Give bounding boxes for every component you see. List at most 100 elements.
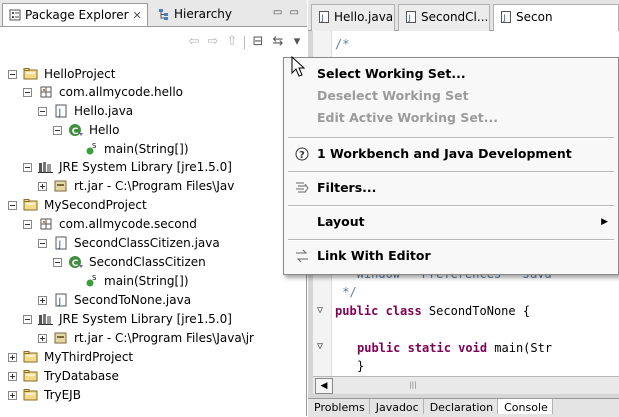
package-explorer-icon — [9, 9, 21, 21]
collapse-icon[interactable] — [38, 239, 47, 248]
tab-console[interactable]: Console — [498, 399, 553, 414]
minimize-maximize-icon[interactable]: ▭ ▭ — [273, 7, 301, 18]
editor-tab-label: Secon — [516, 10, 553, 24]
collapse-icon[interactable] — [23, 88, 32, 97]
editor-tab-secondclasscitizen[interactable]: J SecondCl... — [398, 4, 490, 31]
expand-icon[interactable] — [8, 353, 17, 362]
menu-item-workbench[interactable]: ? 1 Workbench and Java Development — [284, 143, 618, 165]
collapse-icon[interactable] — [53, 258, 62, 267]
tree-item[interactable]: com.allmycode.second — [23, 215, 197, 234]
package-tree: HelloProject com.allmycode.hello J Hello.ja… — [0, 62, 307, 416]
collapse-icon[interactable] — [8, 201, 17, 210]
collapse-all-icon[interactable]: ⊟ — [250, 34, 266, 50]
submenu-arrow-icon: ▶ — [601, 217, 608, 227]
expand-icon[interactable] — [38, 182, 47, 191]
menu-item-deselect-working-set: Deselect Working Set — [284, 85, 618, 107]
menu-item-label: Layout — [317, 214, 365, 229]
scrollbar-thumb[interactable]: ||| — [393, 381, 433, 389]
collapse-icon[interactable] — [23, 220, 32, 229]
tree-item-label: SecondToNone.java — [74, 293, 192, 307]
menu-separator — [288, 205, 614, 207]
collapse-icon[interactable] — [23, 315, 32, 324]
tree-item-label: com.allmycode.hello — [59, 85, 184, 99]
expand-icon[interactable] — [8, 391, 17, 400]
menu-item-label: Select Working Set... — [317, 66, 466, 81]
tree-item[interactable]: rt.jar - C:\Program Files\Jav — [38, 177, 234, 196]
tab-package-explorer-label: Package Explorer — [25, 8, 129, 22]
toolbar-separator — [244, 36, 245, 49]
back-arrow-icon[interactable]: ⇦ — [186, 34, 202, 50]
tab-hierarchy[interactable]: Hierarchy — [152, 3, 257, 26]
editor-tab-hello[interactable]: J Hello.java — [311, 4, 395, 31]
package-explorer-view: Package Explorer ✕ Hierarchy ▭ ▭ ⇦ ⇨ ⇧ ⊟ … — [0, 0, 307, 416]
menu-item-select-working-set[interactable]: Select Working Set... — [284, 63, 618, 85]
menu-separator — [288, 171, 614, 173]
svg-text:J: J — [58, 297, 62, 307]
jar-icon — [54, 332, 67, 344]
link-with-editor-icon — [296, 249, 308, 263]
svg-text:C: C — [72, 259, 79, 269]
tree-item[interactable]: HelloProject — [8, 65, 115, 84]
library-icon — [38, 162, 53, 173]
tree-item-label: JRE System Library [jre1.5.0] — [59, 160, 232, 174]
fold-toggle-icon[interactable]: ▽ — [317, 305, 323, 316]
tree-item[interactable]: rt.jar - C:\Program Files\Java\jr — [38, 329, 254, 348]
view-toolbar: ⇦ ⇨ ⇧ ⊟ ⇆ ▾ — [0, 27, 307, 57]
method-icon: S — [86, 274, 97, 287]
view-menu-chevron-down-icon[interactable]: ▾ — [289, 34, 305, 50]
tree-item[interactable]: C Hello — [53, 121, 119, 140]
tree-item[interactable]: MySecondProject — [8, 196, 147, 215]
tree-item-label: main(String[]) — [104, 274, 189, 288]
fold-toggle-icon[interactable]: ▽ — [317, 341, 323, 352]
menu-item-label: Filters... — [317, 180, 377, 195]
tree-item[interactable]: TryEJB — [8, 386, 81, 405]
expand-icon[interactable] — [38, 334, 47, 343]
tree-item[interactable]: C SecondClassCitizen — [53, 253, 206, 272]
menu-item-edit-active-working-set: Edit Active Working Set... — [284, 107, 618, 129]
library-icon — [38, 314, 53, 325]
code-line: public static void main(Str — [335, 341, 552, 355]
tree-item-label: Hello — [89, 123, 120, 137]
filter-icon — [296, 182, 309, 193]
tab-problems[interactable]: Problems — [308, 399, 370, 414]
close-icon[interactable]: ✕ — [133, 9, 142, 22]
menu-item-filters[interactable]: Filters... — [284, 177, 618, 199]
collapse-icon[interactable] — [8, 70, 17, 79]
project-folder-icon — [23, 370, 38, 382]
editor-tab-secondtonone[interactable]: J Secon — [493, 4, 619, 31]
tree-item[interactable]: J SecondToNone.java — [38, 291, 191, 310]
tab-declaration[interactable]: Declaration — [424, 399, 499, 414]
tab-javadoc[interactable]: Javadoc — [370, 399, 424, 414]
tree-item[interactable]: TryDatabase — [8, 367, 119, 386]
tree-item[interactable]: com.allmycode.hello — [23, 83, 183, 102]
link-with-editor-icon[interactable]: ⇆ — [270, 34, 286, 50]
expand-icon[interactable] — [8, 372, 17, 381]
editor-tab-label: Hello.java — [334, 10, 394, 24]
bottom-view-tabs: Problems Javadoc Declaration Console — [308, 398, 619, 417]
svg-text:J: J — [58, 108, 62, 118]
tree-item[interactable]: JRE System Library [jre1.5.0] — [23, 158, 232, 177]
menu-item-link-with-editor[interactable]: Link With Editor — [284, 245, 618, 267]
tree-item[interactable]: Smain(String[]) — [68, 272, 189, 291]
forward-arrow-icon[interactable]: ⇨ — [205, 34, 221, 50]
project-folder-icon — [23, 389, 38, 401]
expand-icon[interactable] — [38, 296, 47, 305]
up-folder-icon[interactable]: ⇧ — [224, 34, 240, 50]
collapse-icon[interactable] — [53, 126, 62, 135]
hierarchy-icon — [159, 9, 168, 20]
tree-item[interactable]: J SecondClassCitizen.java — [38, 234, 220, 253]
tree-item[interactable]: JRE System Library [jre1.5.0] — [23, 310, 232, 329]
collapse-icon[interactable] — [38, 107, 47, 116]
tree-item[interactable]: Smain(String[]) — [68, 140, 189, 159]
collapse-icon[interactable] — [23, 163, 32, 172]
svg-text:C: C — [72, 127, 79, 137]
tab-package-explorer[interactable]: Package Explorer ✕ — [2, 3, 148, 26]
scroll-left-arrow-icon[interactable]: ◀ — [315, 378, 333, 394]
tree-item-label: MyThirdProject — [44, 350, 134, 364]
tree-item[interactable]: J Hello.java — [38, 102, 133, 121]
menu-item-layout[interactable]: Layout ▶ — [284, 211, 618, 233]
class-icon: C — [69, 124, 83, 137]
tree-item[interactable]: MyThirdProject — [8, 348, 133, 367]
horizontal-scrollbar[interactable]: ◀ ||| — [313, 376, 619, 394]
tree-item-label: com.allmycode.second — [59, 217, 197, 231]
